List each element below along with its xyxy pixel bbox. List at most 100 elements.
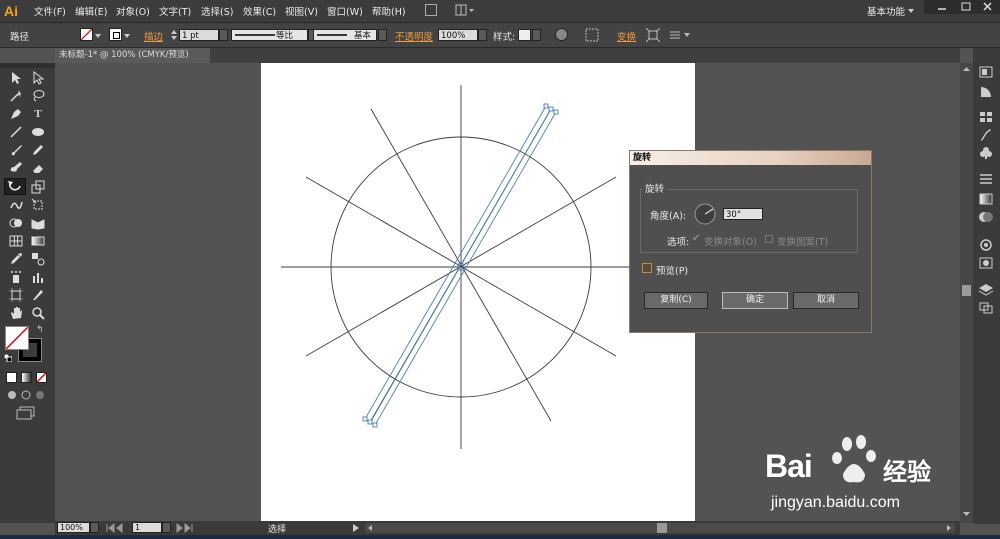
recolor-artwork-icon[interactable] [555, 28, 568, 41]
graphic-styles-panel-icon[interactable] [978, 256, 994, 270]
pencil-icon[interactable] [30, 143, 46, 157]
swap-fill-stroke-icon[interactable]: ↰ [36, 325, 44, 335]
cancel-button[interactable]: 取消 [793, 292, 859, 309]
bridge-icon[interactable] [425, 4, 437, 16]
brush-icon[interactable] [8, 143, 24, 157]
artboard-dropdown[interactable] [162, 522, 171, 533]
gradient-icon[interactable] [30, 234, 46, 248]
vertical-scroll-thumb[interactable] [962, 285, 971, 296]
scroll-up-icon[interactable] [962, 65, 971, 73]
artboards-panel-icon[interactable] [978, 301, 994, 315]
fill-color-box[interactable] [5, 326, 29, 350]
eraser-icon[interactable] [30, 161, 46, 175]
horizontal-scrollbar[interactable] [365, 523, 955, 533]
pen-icon[interactable] [8, 107, 24, 121]
scroll-right-icon[interactable] [945, 524, 953, 535]
chevron-down-icon[interactable] [908, 6, 914, 13]
blob-brush-icon[interactable] [8, 161, 24, 175]
artboard-icon[interactable] [8, 288, 24, 302]
tools-panel-grip[interactable] [0, 63, 55, 68]
stroke-weight-dropdown[interactable] [219, 29, 228, 41]
brush-definition[interactable]: 基本 [313, 29, 377, 41]
lasso-icon[interactable] [30, 89, 46, 103]
scale-icon[interactable] [30, 180, 46, 194]
color-mode-icon[interactable] [6, 372, 17, 383]
blend-icon[interactable] [30, 252, 46, 266]
hand-icon[interactable] [8, 306, 24, 320]
menu-type[interactable]: 文字(T) [159, 4, 191, 18]
vertical-scrollbar[interactable] [960, 63, 973, 523]
scroll-left-icon[interactable] [366, 524, 374, 535]
align-icon[interactable] [585, 28, 599, 42]
graphic-style-swatch[interactable] [518, 29, 531, 41]
graph-icon[interactable] [30, 270, 46, 284]
fill-swatch[interactable] [80, 28, 93, 41]
mesh-icon[interactable] [8, 234, 24, 248]
stroke-panel-icon[interactable] [978, 172, 994, 186]
first-prev-artboard-icon[interactable] [105, 522, 129, 534]
panel-menu-icon[interactable] [668, 28, 692, 42]
preview-checkbox-label[interactable]: 预览(P) [656, 263, 688, 277]
style-dropdown[interactable] [532, 29, 541, 41]
variable-width-profile[interactable]: 等比 [231, 29, 308, 41]
eyedropper-icon[interactable] [8, 252, 24, 266]
zoom-field[interactable]: 100% [57, 522, 90, 533]
symbol-sprayer-icon[interactable] [8, 270, 24, 284]
transform-objects-checkbox-label[interactable]: 变换对象(O) [704, 234, 757, 248]
direct-selection-icon[interactable] [30, 70, 46, 85]
angle-input[interactable]: 30° [723, 208, 763, 220]
gradient-panel-icon[interactable] [978, 192, 994, 206]
workspace-switcher[interactable]: 基本功能 [867, 4, 905, 18]
chevron-down-icon[interactable] [95, 31, 101, 42]
transform-patterns-checkbox-label[interactable]: 变换图案(T) [777, 234, 828, 248]
opacity-label[interactable]: 不透明度 [395, 29, 433, 43]
stepper-icon[interactable] [170, 29, 178, 41]
arrange-documents-icon[interactable] [455, 4, 475, 16]
menu-object[interactable]: 对象(O) [116, 4, 150, 18]
drawing-modes-icon[interactable] [6, 389, 48, 401]
transform-patterns-checkbox[interactable] [765, 235, 773, 243]
color-guide-icon[interactable] [978, 85, 994, 99]
slice-icon[interactable] [30, 288, 46, 302]
menu-effect[interactable]: 效果(C) [243, 4, 276, 18]
isolate-icon[interactable] [645, 27, 661, 43]
scroll-down-icon[interactable] [962, 510, 971, 518]
perspective-icon[interactable] [30, 216, 46, 230]
opacity-field[interactable]: 100% [438, 29, 478, 41]
chevron-down-icon[interactable] [124, 31, 130, 42]
document-tab[interactable]: 未标题-1* @ 100% (CMYK/预览) [55, 48, 210, 63]
angle-dial[interactable] [694, 203, 716, 225]
horizontal-scroll-thumb[interactable] [657, 523, 667, 533]
preview-checkbox[interactable] [642, 263, 652, 273]
menu-file[interactable]: 文件(F) [34, 4, 66, 18]
default-colors-icon[interactable] [3, 353, 13, 363]
shape-builder-icon[interactable] [8, 216, 24, 230]
selection-icon[interactable] [8, 71, 24, 85]
dialog-title[interactable]: 旋转 [630, 151, 871, 165]
transform-link[interactable]: 变换 [617, 29, 636, 43]
appearance-panel-icon[interactable] [978, 238, 994, 252]
layers-panel-icon[interactable] [978, 283, 994, 297]
stroke-label[interactable]: 描边 [144, 29, 163, 43]
stroke-swatch[interactable] [109, 28, 122, 41]
menu-help[interactable]: 帮助(H) [372, 4, 406, 18]
menu-view[interactable]: 视图(V) [285, 4, 318, 18]
opacity-dropdown[interactable] [478, 29, 487, 41]
line-icon[interactable] [8, 125, 24, 139]
none-mode-icon[interactable] [36, 372, 47, 383]
type-icon[interactable]: T [30, 107, 46, 121]
ellipse-icon[interactable] [30, 125, 46, 139]
status-menu-icon[interactable] [352, 524, 360, 532]
warp-icon[interactable] [8, 198, 24, 212]
stroke-weight-field[interactable]: 1 pt [179, 29, 219, 41]
magic-wand-icon[interactable] [8, 89, 24, 103]
ok-button[interactable]: 确定 [722, 292, 788, 309]
color-panel-icon[interactable] [978, 65, 994, 79]
gradient-mode-icon[interactable] [21, 372, 32, 383]
next-last-artboard-icon[interactable] [175, 522, 199, 534]
symbols-panel-icon[interactable] [978, 146, 994, 160]
menu-select[interactable]: 选择(S) [201, 4, 233, 18]
brushes-panel-icon[interactable] [978, 128, 994, 142]
transparency-panel-icon[interactable] [978, 210, 994, 224]
copy-button[interactable]: 复制(C) [644, 292, 708, 309]
